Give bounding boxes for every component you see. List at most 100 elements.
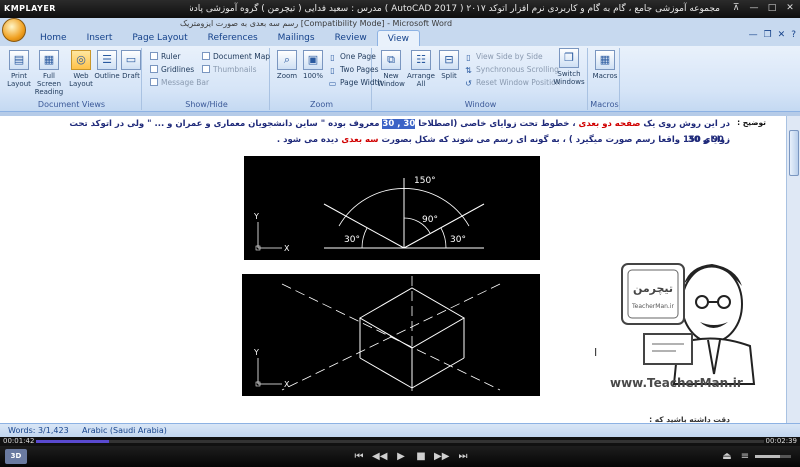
checkbox-icon	[202, 52, 210, 60]
checkbox-icon	[150, 65, 158, 73]
thumbnails-checkbox[interactable]: Thumbnails	[202, 64, 257, 75]
switch-windows-button[interactable]: ❐ Switch Windows	[552, 48, 586, 86]
message-bar-checkbox[interactable]: Message Bar	[150, 77, 209, 88]
next-icon[interactable]: ⏭	[456, 449, 470, 464]
help-icon[interactable]: ?	[791, 30, 796, 40]
macros-icon: ▦	[595, 50, 615, 70]
player-window-controls: ⊼ — □ ✕	[729, 2, 797, 15]
tab-insert[interactable]: Insert	[77, 30, 123, 46]
group-label-window: Window	[464, 100, 497, 109]
vertical-scrollbar[interactable]	[786, 116, 800, 423]
draft-button[interactable]: ▭ Draft	[118, 50, 144, 80]
print-layout-label: Print Layout	[7, 72, 31, 88]
document-area[interactable]: توضیح : در این روش روی یک صفحه دو بعدی ،…	[0, 116, 786, 423]
tab-home[interactable]: Home	[30, 30, 77, 46]
new-window-button[interactable]: ⧉ New Window	[376, 50, 406, 88]
volume-slider[interactable]	[755, 455, 791, 458]
volume-level	[755, 455, 781, 458]
new-window-label: New Window	[377, 72, 405, 88]
reset-window-position-button[interactable]: ↺ Reset Window Position	[464, 77, 561, 88]
3d-badge[interactable]: 3D	[5, 449, 27, 464]
screen: KMPLAYER مجموعه آموزشی جامع ، گام به گام…	[0, 0, 800, 467]
player-title-bar[interactable]: KMPLAYER مجموعه آموزشی جامع ، گام به گام…	[0, 0, 800, 18]
rewind-icon[interactable]: ◀◀	[372, 449, 387, 464]
office-button[interactable]	[2, 18, 26, 42]
tab-mailings[interactable]: Mailings	[268, 30, 325, 46]
seek-track[interactable]	[36, 440, 764, 443]
maximize-icon[interactable]: □	[765, 2, 779, 15]
word-window-controls: — ❐ ✕ ?	[749, 30, 796, 40]
draft-label: Draft	[122, 72, 140, 80]
scroll-thumb[interactable]	[789, 130, 799, 176]
play-icon[interactable]: ▶	[394, 449, 408, 464]
ruler-label: Ruler	[161, 52, 181, 61]
minimize-icon[interactable]: —	[749, 30, 758, 40]
print-layout-button[interactable]: ▤ Print Layout	[6, 50, 32, 88]
pin-icon[interactable]: ⊼	[729, 2, 743, 15]
web-layout-label: Web Layout	[69, 72, 93, 88]
synchronous-scrolling-label: Synchronous Scrolling	[476, 65, 559, 74]
close-icon[interactable]: ✕	[783, 2, 797, 15]
ruler-checkbox[interactable]: Ruler	[150, 51, 180, 62]
gridlines-checkbox[interactable]: Gridlines	[150, 64, 194, 75]
paragraph-line-2: , 90 و 150 واقعا رسم صورت میگیرد ) ، به …	[60, 132, 730, 148]
axis-x-label: X	[284, 244, 290, 253]
stop-icon[interactable]: ■	[414, 449, 428, 464]
sync-scroll-icon: ⇅	[465, 66, 472, 75]
total-time: 00:02:39	[765, 437, 797, 445]
word-count[interactable]: Words: 3/1,423	[8, 424, 69, 437]
tab-references[interactable]: References	[198, 30, 268, 46]
arrange-all-label: Arrange All	[407, 72, 435, 88]
restore-icon[interactable]: ❐	[764, 30, 772, 40]
switch-windows-icon: ❐	[559, 48, 579, 68]
language-status[interactable]: Arabic (Saudi Arabia)	[82, 424, 167, 437]
watermark-logo-text: تیچرمن	[633, 282, 673, 295]
document-page[interactable]: توضیح : در این روش روی یک صفحه دو بعدی ،…	[0, 116, 786, 423]
view-side-by-side-button[interactable]: ▯ View Side by Side	[464, 51, 543, 62]
group-label-show-hide: Show/Hide	[185, 100, 228, 109]
arrange-all-button[interactable]: ☷ Arrange All	[406, 50, 436, 88]
text-run: دیده می شود .	[276, 135, 342, 145]
view-side-by-side-label: View Side by Side	[476, 52, 543, 61]
split-icon: ⊟	[439, 50, 459, 70]
one-page-icon: ▯	[330, 53, 335, 62]
macros-button[interactable]: ▦ Macros	[592, 50, 618, 80]
split-label: Split	[441, 72, 457, 80]
seek-bar[interactable]: 00:01:42 00:02:39	[0, 437, 800, 446]
document-map-checkbox[interactable]: Document Map	[202, 51, 270, 62]
watermark-url: www.TeacherMan.ir	[610, 376, 743, 390]
tab-page-layout[interactable]: Page Layout	[122, 30, 197, 46]
seek-progress	[36, 440, 109, 443]
axis-x-label: X	[284, 380, 290, 389]
one-page-button[interactable]: ▯ One Page	[328, 51, 376, 62]
outline-button[interactable]: ☰ Outline	[94, 50, 120, 80]
document-map-label: Document Map	[213, 52, 271, 61]
one-page-label: One Page	[340, 52, 376, 61]
reset-window-position-label: Reset Window Position	[476, 78, 561, 87]
close-icon[interactable]: ✕	[778, 30, 786, 40]
menu-icon[interactable]: ≡	[738, 449, 752, 464]
full-screen-reading-button[interactable]: ▦ Full Screen Reading	[34, 50, 64, 96]
angle-30-right-label: 30°	[450, 235, 466, 245]
tab-view[interactable]: View	[376, 30, 421, 46]
zoom-100-button[interactable]: ▣ 100%	[300, 50, 326, 80]
eject-icon[interactable]: ⏏	[720, 449, 734, 464]
text-run: ، خطوط تحت زوایای خاصی (اصطلاحا	[415, 119, 579, 129]
outline-label: Outline	[94, 72, 120, 80]
gridlines-label: Gridlines	[161, 65, 195, 74]
web-layout-button[interactable]: ◎ Web Layout	[68, 50, 94, 88]
zoom-button[interactable]: ⌕ Zoom	[274, 50, 300, 80]
group-label-macros: Macros	[590, 100, 619, 109]
page-width-icon: ▭	[328, 79, 337, 88]
ribbon: ▤ Print Layout ▦ Full Screen Reading ◎ W…	[0, 46, 800, 112]
two-pages-icon: ▯	[330, 66, 335, 75]
forward-icon[interactable]: ▶▶	[434, 449, 449, 464]
previous-icon[interactable]: ⏮	[352, 449, 366, 464]
synchronous-scrolling-button[interactable]: ⇅ Synchronous Scrolling	[464, 64, 559, 75]
minimize-icon[interactable]: —	[747, 2, 761, 15]
watermark-logo-sub: TeacherMan.ir	[631, 303, 675, 310]
axis-y-label: Y	[253, 348, 259, 357]
two-pages-button[interactable]: ▯ Two Pages	[328, 64, 378, 75]
split-button[interactable]: ⊟ Split	[436, 50, 462, 80]
tab-review[interactable]: Review	[325, 30, 377, 46]
